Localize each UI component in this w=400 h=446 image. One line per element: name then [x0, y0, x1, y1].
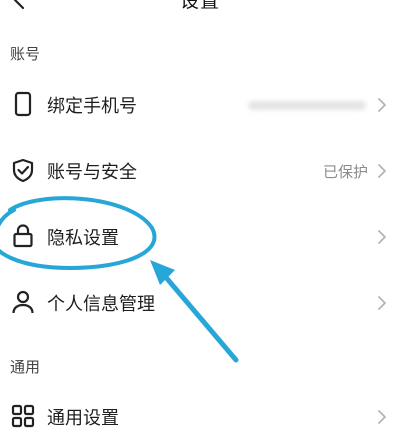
row-label-account-security: 账号与安全 [47, 162, 137, 183]
row-account-security[interactable]: 账号与安全 已保护 [0, 142, 400, 198]
row-label-privacy: 隐私设置 [47, 228, 119, 249]
section-header-account: 账号 [10, 45, 41, 63]
page-title: 设置 [179, 0, 220, 12]
row-label-personal-info: 个人信息管理 [47, 294, 155, 315]
row-bind-phone[interactable]: 绑定手机号 [0, 76, 400, 132]
grid-icon [11, 404, 35, 428]
top-bar: 设置 [0, 0, 400, 22]
chevron-right-icon [378, 410, 386, 424]
person-icon [12, 290, 34, 314]
row-privacy-settings[interactable]: 隐私设置 [0, 208, 400, 264]
chevron-right-icon [378, 230, 386, 244]
chevron-right-icon [378, 296, 386, 310]
lock-icon [13, 224, 33, 248]
section-header-general: 通用 [10, 358, 41, 376]
row-general-settings[interactable]: 通用设置 [0, 388, 400, 444]
phone-icon [14, 91, 32, 117]
shield-check-icon [12, 158, 34, 183]
row-label-general-settings: 通用设置 [47, 408, 119, 429]
chevron-right-icon [378, 98, 386, 112]
row-personal-info[interactable]: 个人信息管理 [0, 274, 400, 330]
phone-number-redacted [248, 101, 366, 110]
status-badge: 已保护 [322, 163, 368, 181]
chevron-right-icon [378, 164, 386, 178]
row-label-bind-phone: 绑定手机号 [47, 96, 137, 117]
